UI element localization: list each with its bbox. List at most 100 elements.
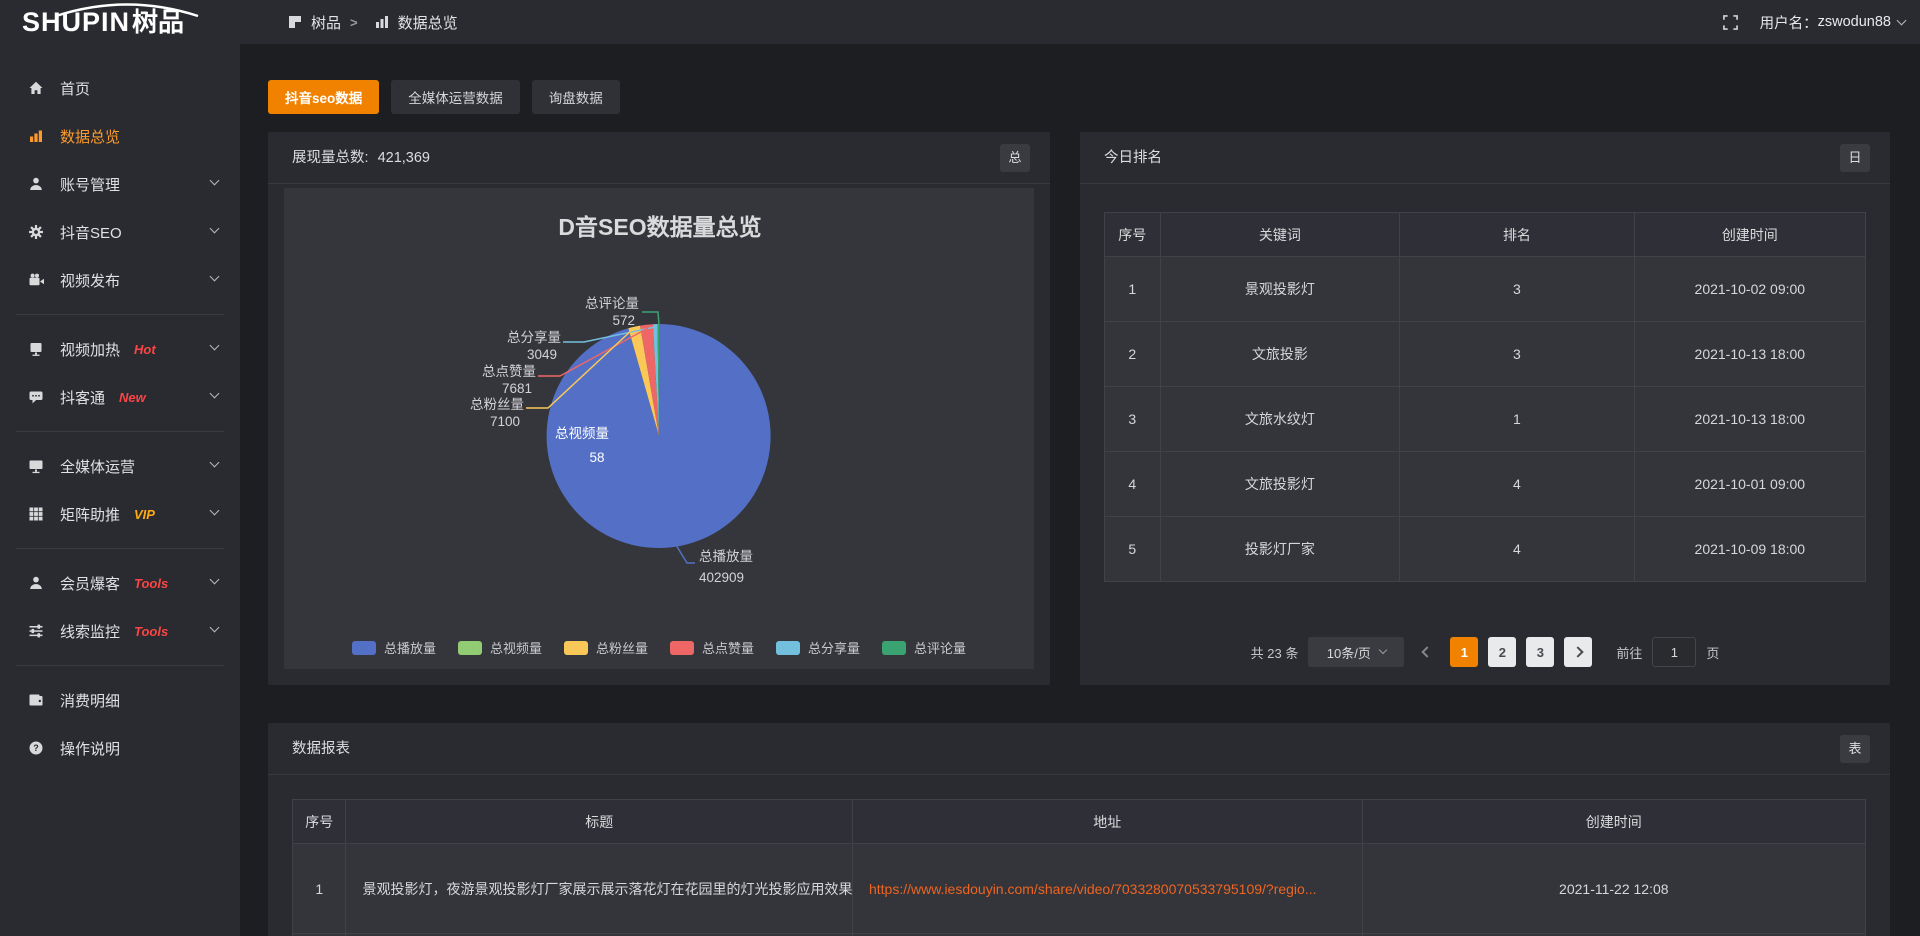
table-row[interactable]: 1 景观投影灯，夜游景观投影灯厂家展示展示落花灯在花园里的灯光投影应用效果 # … xyxy=(293,844,1866,934)
sidebar-item-label: 全媒体运营 xyxy=(60,456,135,477)
sidebar-item-douketong[interactable]: 抖客通 New xyxy=(0,374,240,420)
new-badge: New xyxy=(119,390,146,405)
legend-label: 总粉丝量 xyxy=(596,638,648,657)
page-button-3[interactable]: 3 xyxy=(1526,637,1554,667)
video-link[interactable]: https://www.iesdouyin.com/share/video/70… xyxy=(869,881,1317,897)
sidebar-item-label: 操作说明 xyxy=(60,738,120,759)
sidebar-item-media-operation[interactable]: 全媒体运营 xyxy=(0,443,240,489)
sidebar-item-video-heat[interactable]: 视频加热 Hot xyxy=(0,326,240,372)
table-row[interactable]: 3 文旅水纹灯 1 2021-10-13 18:00 xyxy=(1105,387,1866,452)
breadcrumb-root[interactable]: 树品 xyxy=(311,12,341,33)
table-row[interactable]: 5 投影灯厂家 4 2021-10-09 18:00 xyxy=(1105,517,1866,582)
sidebar-item-account[interactable]: 账号管理 xyxy=(0,161,240,207)
col-created: 创建时间 xyxy=(1362,800,1865,844)
label-likes-name: 总点赞量 xyxy=(482,364,536,379)
chevron-down-icon xyxy=(210,623,220,633)
cell-rank: 4 xyxy=(1400,452,1634,517)
page-size-value: 10条/页 xyxy=(1327,643,1371,662)
overview-panel: 展现量总数: 421,369 总 D音SEO数据量总览 xyxy=(268,132,1050,685)
grid-icon xyxy=(27,506,45,522)
label-play-name: 总播放量 xyxy=(699,549,753,564)
sidebar-item-label: 账号管理 xyxy=(60,174,120,195)
next-page-button[interactable] xyxy=(1564,637,1592,667)
sidebar-item-label: 线索监控 xyxy=(60,621,120,642)
table-row[interactable]: 1 景观投影灯 3 2021-10-02 09:00 xyxy=(1105,257,1866,322)
report-panel-header: 数据报表 表 xyxy=(268,723,1890,775)
chevron-down-icon xyxy=(210,458,220,468)
monitor-icon xyxy=(27,458,45,474)
page-button-1[interactable]: 1 xyxy=(1450,637,1478,667)
top-header-bar: SHUPIN树品 树品 > 数据总览 用户名：zswodun88 xyxy=(0,0,1920,44)
tools-badge: Tools xyxy=(134,576,168,591)
chevron-down-icon xyxy=(210,575,220,585)
page-size-select[interactable]: 10条/页 xyxy=(1308,637,1404,667)
chart-title: D音SEO数据量总览 xyxy=(558,214,761,240)
page-button-2[interactable]: 2 xyxy=(1488,637,1516,667)
sidebar-divider xyxy=(16,314,224,315)
gear-icon xyxy=(27,224,45,240)
chevron-right-icon xyxy=(1573,646,1584,657)
goto-page-input[interactable] xyxy=(1652,637,1696,667)
day-view-button[interactable]: 日 xyxy=(1840,144,1870,172)
tab-inquiry-data[interactable]: 询盘数据 xyxy=(532,80,620,114)
legend-label: 总播放量 xyxy=(384,638,436,657)
cell-keyword: 文旅投影灯 xyxy=(1160,452,1400,517)
sidebar-item-expense-detail[interactable]: 消费明细 xyxy=(0,677,240,723)
table-header-row: 序号 标题 地址 创建时间 xyxy=(293,800,1866,844)
cell-seq: 3 xyxy=(1105,387,1161,452)
chevron-down-icon xyxy=(210,176,220,186)
data-tabs: 抖音seo数据 全媒体运营数据 询盘数据 xyxy=(268,80,620,114)
fullscreen-icon[interactable] xyxy=(1723,15,1738,30)
cell-rank: 1 xyxy=(1400,387,1634,452)
total-view-button[interactable]: 总 xyxy=(1000,144,1030,172)
form-icon xyxy=(288,15,302,29)
breadcrumb-current[interactable]: 数据总览 xyxy=(398,12,458,33)
user-menu[interactable]: 用户名：zswodun88 xyxy=(1760,12,1905,33)
sidebar-item-home[interactable]: 首页 xyxy=(0,65,240,111)
sidebar-item-member-baoke[interactable]: 会员爆客 Tools xyxy=(0,560,240,606)
leader-line-comments xyxy=(642,312,659,325)
legend-item-play[interactable]: 总播放量 xyxy=(352,638,436,657)
tab-media-operation-data[interactable]: 全媒体运营数据 xyxy=(391,80,520,114)
legend-item-shares[interactable]: 总分享量 xyxy=(776,638,860,657)
table-row[interactable]: 4 文旅投影灯 4 2021-10-01 09:00 xyxy=(1105,452,1866,517)
tab-douyin-seo-data[interactable]: 抖音seo数据 xyxy=(268,80,379,114)
table-row[interactable]: 2 文旅投影 3 2021-10-13 18:00 xyxy=(1105,322,1866,387)
sidebar-item-label: 消费明细 xyxy=(60,690,120,711)
cell-created: 2021-11-22 12:08 xyxy=(1362,844,1865,934)
legend-item-likes[interactable]: 总点赞量 xyxy=(670,638,754,657)
sidebar-item-video-publish[interactable]: 视频发布 xyxy=(0,257,240,303)
col-seq: 序号 xyxy=(1105,213,1161,257)
cell-created: 2021-10-13 18:00 xyxy=(1634,387,1865,452)
chevron-down-icon xyxy=(210,506,220,516)
pie-chart-area: D音SEO数据量总览 总评论量 572 总分享 xyxy=(284,188,1034,669)
overview-title: 展现量总数: xyxy=(292,150,369,166)
legend-item-videos[interactable]: 总视频量 xyxy=(458,638,542,657)
sidebar-item-matrix-boost[interactable]: 矩阵助推 VIP xyxy=(0,491,240,537)
chevron-left-icon xyxy=(1422,646,1433,657)
legend-item-comments[interactable]: 总评论量 xyxy=(882,638,966,657)
report-panel: 数据报表 表 序号 标题 地址 创建时间 1 景观投影灯，夜游景观投影灯 xyxy=(268,723,1890,936)
sidebar-item-data-overview[interactable]: 数据总览 xyxy=(0,113,240,159)
user-icon xyxy=(27,176,45,192)
cell-seq: 2 xyxy=(1105,322,1161,387)
label-comments-value: 572 xyxy=(612,313,635,328)
legend-swatch xyxy=(564,641,588,655)
cell-created: 2021-10-09 18:00 xyxy=(1634,517,1865,582)
sidebar-item-instructions[interactable]: ? 操作说明 xyxy=(0,725,240,771)
video-camera-icon xyxy=(27,272,45,288)
seo-pie-chart[interactable]: D音SEO数据量总览 总评论量 572 总分享 xyxy=(284,188,1034,638)
col-url: 地址 xyxy=(852,800,1362,844)
legend-item-fans[interactable]: 总粉丝量 xyxy=(564,638,648,657)
cell-title: 景观投影灯，夜游景观投影灯厂家展示展示落花灯在花园里的灯光投影应用效果 # xyxy=(346,844,853,934)
sidebar-item-clue-monitor[interactable]: 线索监控 Tools xyxy=(0,608,240,654)
sidebar-item-douyin-seo[interactable]: 抖音SEO xyxy=(0,209,240,255)
prev-page-button[interactable] xyxy=(1414,637,1440,667)
label-fans-value: 7100 xyxy=(490,414,520,429)
sidebar-item-label: 矩阵助推 xyxy=(60,504,120,525)
table-view-button[interactable]: 表 xyxy=(1840,735,1870,763)
chart-legend: 总播放量 总视频量 总粉丝量 总点赞量 总分享量 总评论量 xyxy=(284,638,1034,657)
sidebar-item-label: 数据总览 xyxy=(60,126,120,147)
col-seq: 序号 xyxy=(293,800,346,844)
svg-text:?: ? xyxy=(33,743,39,753)
